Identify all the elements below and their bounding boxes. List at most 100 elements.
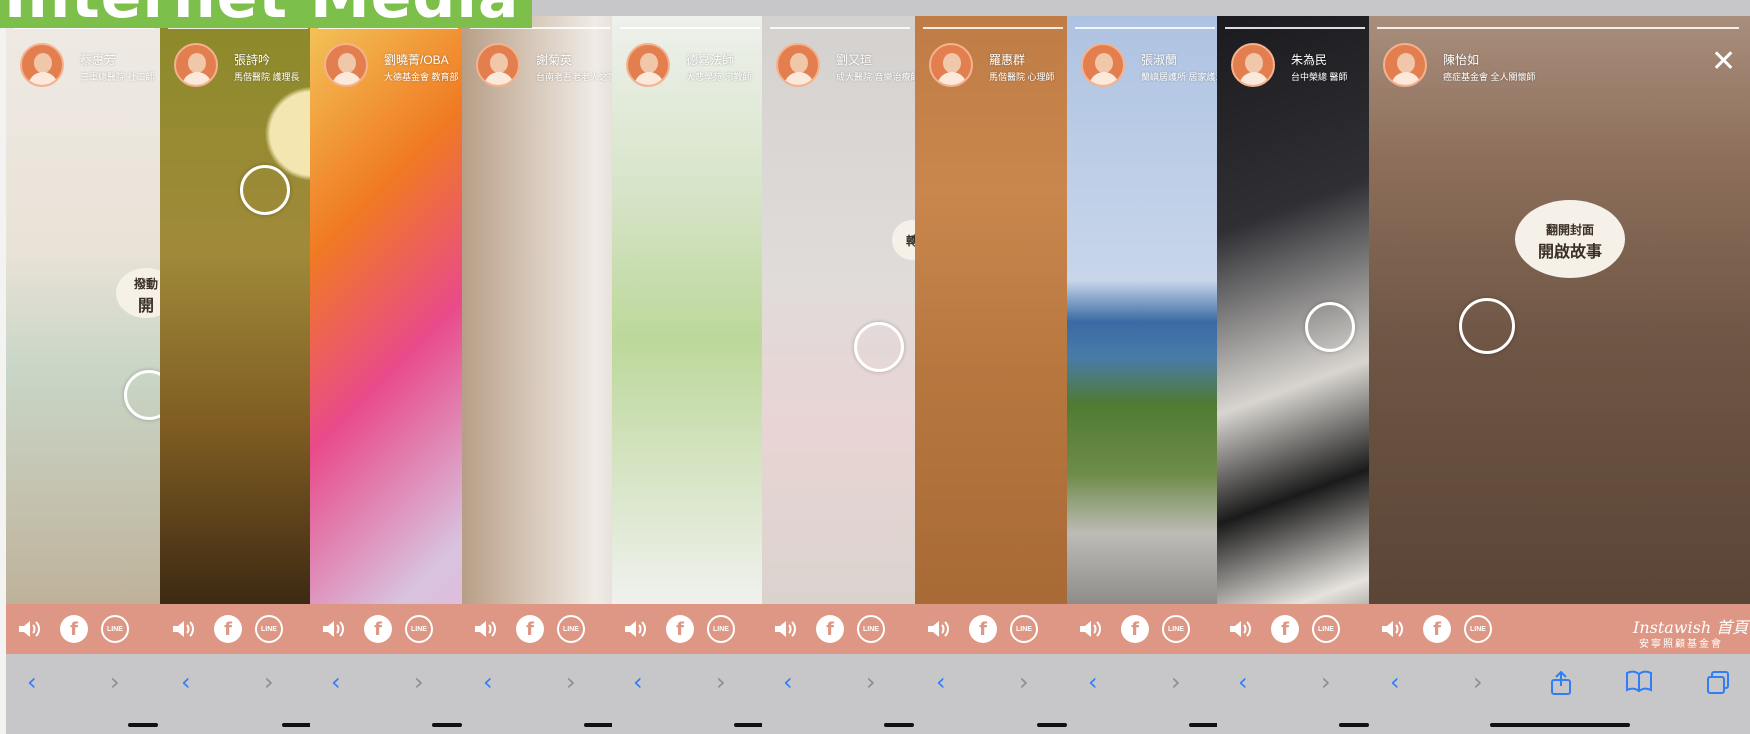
bubble-text: 翻開封面	[1545, 223, 1594, 237]
author-role: 台南老吾老老人之家	[536, 72, 612, 82]
line-icon[interactable]: LINE	[557, 615, 585, 643]
forward-button[interactable]: ›	[1473, 668, 1483, 696]
story-card[interactable]: 張淑蘭蘭嶼居護所 居家護理師 f LINE ‹ ›	[1067, 0, 1217, 734]
avatar[interactable]	[476, 43, 520, 87]
story-card[interactable]: 德嘉法師 大悲學苑 宗教師 f LINE ‹ ›	[612, 0, 762, 734]
story-photo[interactable]	[915, 16, 1067, 604]
facebook-icon[interactable]: f	[214, 615, 242, 643]
facebook-icon[interactable]: f	[1121, 615, 1149, 643]
line-icon[interactable]: LINE	[707, 615, 735, 643]
back-button[interactable]: ‹	[181, 668, 191, 696]
back-button[interactable]: ‹	[27, 668, 37, 696]
book-icon[interactable]	[1625, 670, 1653, 698]
line-icon[interactable]: LINE	[101, 615, 129, 643]
tap-ring[interactable]	[1305, 302, 1355, 352]
sound-icon[interactable]	[1077, 615, 1105, 643]
facebook-icon[interactable]: f	[1271, 615, 1299, 643]
story-photo[interactable]	[1369, 16, 1750, 604]
line-icon[interactable]: LINE	[1312, 615, 1340, 643]
back-button[interactable]: ‹	[633, 668, 643, 696]
author-name: 張淑蘭	[1141, 53, 1178, 67]
story-card[interactable]: 蔡惠芳 三軍總醫院 社工師 f LINE ‹ › 撥動開	[6, 0, 160, 734]
share-bar: f LINE	[462, 604, 612, 654]
back-button[interactable]: ‹	[1390, 668, 1400, 696]
avatar[interactable]	[1231, 43, 1275, 87]
avatar[interactable]	[1081, 43, 1125, 87]
author-role: 三軍總醫院 社工師	[80, 72, 155, 82]
line-icon[interactable]: LINE	[1464, 615, 1492, 643]
share-bar: f LINE	[762, 604, 915, 654]
story-card[interactable]: 謝菊英 台南老吾老老人之家 f LINE ‹ ›	[462, 0, 612, 734]
sound-icon[interactable]	[622, 615, 650, 643]
story-card-inner: 張詩吟 馬偕醫院 護理長 f LINE ‹ ›	[160, 0, 310, 734]
facebook-icon[interactable]: f	[816, 615, 844, 643]
story-card[interactable]: 張詩吟 馬偕醫院 護理長 f LINE ‹ ›	[160, 0, 310, 734]
story-card[interactable]: 劉曉菁/OBA 大德基金會 教育部 f LINE ‹ ›	[310, 0, 462, 734]
facebook-icon[interactable]: f	[969, 615, 997, 643]
brand-subtitle: 安寧照顧基金會	[1639, 639, 1723, 650]
internet-media-banner: Internet Media	[0, 0, 532, 28]
sound-icon[interactable]	[925, 615, 953, 643]
facebook-icon[interactable]: f	[364, 615, 392, 643]
story-progress-bar	[923, 27, 1063, 29]
back-button[interactable]: ‹	[1238, 668, 1248, 696]
forward-button[interactable]: ›	[1321, 668, 1331, 696]
sound-icon[interactable]	[472, 615, 500, 643]
forward-button[interactable]: ›	[110, 668, 120, 696]
story-card[interactable]: 羅惠群 馬偕醫院 心理師 f LINE ‹ ›	[915, 0, 1067, 734]
tabs-icon[interactable]	[1705, 670, 1731, 702]
story-photo[interactable]	[762, 16, 915, 604]
story-photo[interactable]	[310, 16, 462, 604]
forward-button[interactable]: ›	[414, 668, 424, 696]
close-icon[interactable]: ✕	[1711, 44, 1736, 79]
story-card[interactable]: 劉又瑄 成大醫院 音樂治療師 f LINE ‹ › 轉	[762, 0, 915, 734]
tap-ring[interactable]	[1459, 298, 1515, 354]
sound-icon[interactable]	[772, 615, 800, 643]
line-icon[interactable]: LINE	[1162, 615, 1190, 643]
forward-button[interactable]: ›	[866, 668, 876, 696]
avatar[interactable]	[1383, 43, 1427, 87]
sound-icon[interactable]	[1379, 615, 1407, 643]
story-photo[interactable]	[160, 16, 310, 604]
avatar[interactable]	[626, 43, 670, 87]
story-photo[interactable]	[612, 16, 762, 604]
sound-icon[interactable]	[320, 615, 348, 643]
forward-button[interactable]: ›	[264, 668, 274, 696]
back-button[interactable]: ‹	[483, 668, 493, 696]
story-card[interactable]: 朱為民 台中榮總 醫師 f LINE ‹ ›	[1217, 0, 1369, 734]
tap-ring[interactable]	[240, 165, 290, 215]
line-icon[interactable]: LINE	[857, 615, 885, 643]
back-button[interactable]: ‹	[1088, 668, 1098, 696]
sound-icon[interactable]	[1227, 615, 1255, 643]
facebook-icon[interactable]: f	[516, 615, 544, 643]
forward-button[interactable]: ›	[716, 668, 726, 696]
back-button[interactable]: ‹	[936, 668, 946, 696]
line-icon[interactable]: LINE	[405, 615, 433, 643]
back-button[interactable]: ‹	[783, 668, 793, 696]
facebook-icon[interactable]: f	[666, 615, 694, 643]
story-photo[interactable]	[1067, 16, 1217, 604]
forward-button[interactable]: ›	[1171, 668, 1181, 696]
avatar[interactable]	[929, 43, 973, 87]
home-indicator	[734, 723, 762, 727]
story-photo[interactable]	[462, 16, 612, 604]
line-icon[interactable]: LINE	[1010, 615, 1038, 643]
sound-icon[interactable]	[170, 615, 198, 643]
home-indicator	[1339, 723, 1369, 727]
forward-button[interactable]: ›	[1019, 668, 1029, 696]
line-icon[interactable]: LINE	[255, 615, 283, 643]
story-card[interactable]: 陳怡如 癌症基金會 全人關懷師 f LINE ‹ › 翻開封面 開啟故事 ✕ Instawish …	[1369, 0, 1750, 734]
tap-ring[interactable]	[854, 322, 904, 372]
forward-button[interactable]: ›	[566, 668, 576, 696]
avatar[interactable]	[20, 43, 64, 87]
facebook-icon[interactable]: f	[60, 615, 88, 643]
author-name: 蔡惠芳	[80, 53, 117, 67]
sound-icon[interactable]	[16, 615, 44, 643]
avatar[interactable]	[174, 43, 218, 87]
facebook-icon[interactable]: f	[1423, 615, 1451, 643]
avatar[interactable]	[776, 43, 820, 87]
share-icon[interactable]	[1549, 670, 1573, 702]
avatar[interactable]	[324, 43, 368, 87]
back-button[interactable]: ‹	[331, 668, 341, 696]
story-progress-bar	[770, 27, 910, 29]
